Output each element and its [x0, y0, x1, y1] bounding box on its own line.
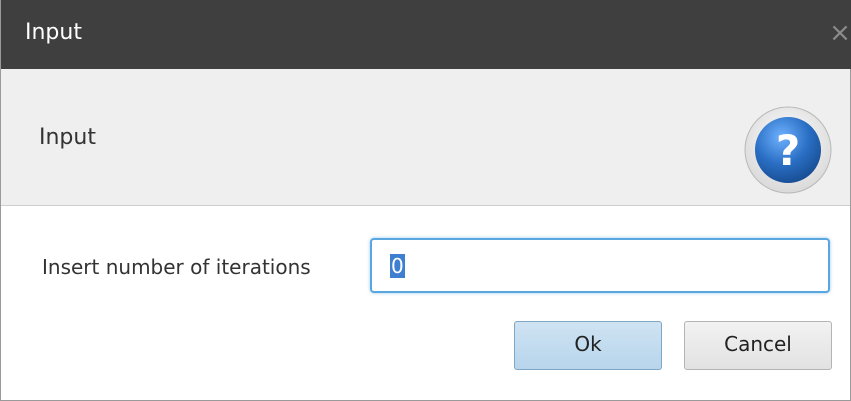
iterations-label: Insert number of iterations [42, 255, 311, 279]
iterations-input[interactable]: 0 [370, 238, 830, 293]
help-icon: ? [744, 106, 832, 194]
help-icon-glyph: ? [776, 126, 800, 175]
ok-button[interactable]: Ok [514, 321, 662, 370]
close-icon[interactable]: × [828, 18, 851, 48]
window-title: Input [25, 20, 82, 45]
title-bar: Input × [1, 0, 851, 69]
cancel-button[interactable]: Cancel [684, 321, 832, 370]
dialog-header: Input ? [1, 69, 850, 206]
header-title: Input [39, 125, 96, 150]
input-dialog: Input × Input ? Insert number of iterati… [0, 0, 851, 401]
iterations-value[interactable]: 0 [390, 253, 405, 278]
